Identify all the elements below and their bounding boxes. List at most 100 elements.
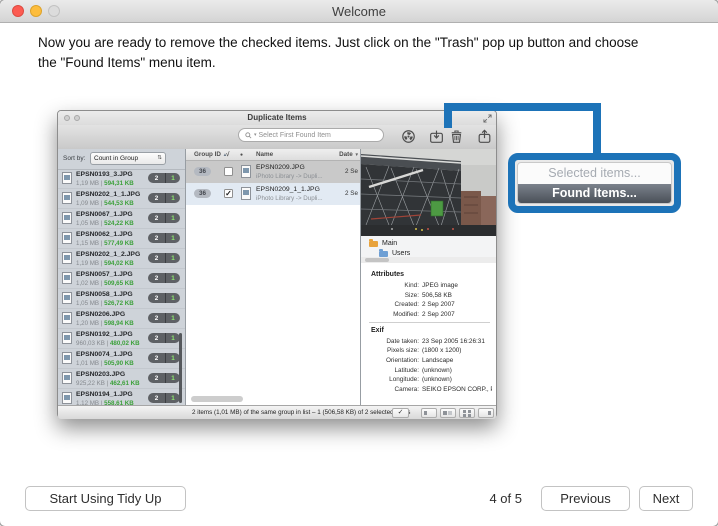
start-using-tidy-up-button[interactable]: Start Using Tidy Up [25, 486, 186, 511]
count-badge: 21 [148, 393, 180, 403]
row-checkbox-checked: ✓ [224, 189, 233, 198]
sidebar-file-item: EPSN0062_1.JPG1,15 MB | 577,49 KB21 [58, 229, 185, 249]
callout-highlight-box: Selected items... Found Items... [508, 153, 681, 213]
file-thumbnail-icon [241, 187, 251, 200]
count-badge: 21 [148, 233, 180, 243]
instruction-line-2: the "Found Items" menu item. [38, 53, 698, 73]
popup-arrows-icon: ⇅ [157, 153, 162, 164]
trash-popup-menu: Selected items... Found Items... [517, 162, 672, 204]
sidebar-file-item: EPSN0058_1.JPG1,05 MB | 526,72 KB21 [58, 289, 185, 309]
welcome-window: Welcome Now you are ready to remove the … [0, 0, 718, 526]
photo-preview [361, 149, 496, 236]
file-thumbnail-icon [62, 392, 72, 404]
column-name: Name [256, 151, 273, 158]
sort-by-label: Sort by: [63, 155, 85, 162]
search-field: ▾ Select First Found Item [238, 128, 384, 142]
mini-content: Sort by: Count in Group ⇅ EPSN0193_3.JPG… [58, 149, 496, 405]
group-id-badge: 36 [194, 189, 211, 198]
sidebar-file-item: EPSN0194_1.JPG1,12 MB | 558,61 KB21 [58, 389, 185, 405]
sidebar-file-item: EPSN0192_1.JPG960,03 KB | 480,02 KB21 [58, 329, 185, 349]
row-checkbox-unchecked [224, 167, 233, 176]
file-thumbnail-icon [62, 192, 72, 204]
sidebar-file-item: EPSN0193_3.JPG1,19 MB | 594,31 KB21 [58, 169, 185, 189]
sidebar-file-list: EPSN0193_3.JPG1,19 MB | 594,31 KB21 EPSN… [58, 169, 185, 405]
attributes-pane: Attributes Kind:JPEG image Size:506,58 K… [361, 263, 496, 405]
exif-heading: Exif [371, 327, 492, 334]
sidebar-file-item: EPSN0074_1.JPG1,01 MB | 505,90 KB21 [58, 349, 185, 369]
page-title: Welcome [0, 4, 718, 19]
view-split-pane-icon [440, 408, 456, 418]
attributes-heading: Attributes [371, 271, 492, 278]
file-thumbnail-icon [62, 212, 72, 224]
tree-item-users: Users [379, 250, 410, 257]
trash-icon [448, 128, 465, 145]
mini-status-bar: 2 items (1,01 MB) of the same group in l… [58, 405, 496, 419]
column-label-dot: ● [240, 152, 243, 158]
sidebar-file-item: EPSN0202_1_2.JPG1,19 MB | 594,02 KB21 [58, 249, 185, 269]
share-icon [476, 128, 493, 145]
menu-item-selected-items: Selected items... [518, 163, 671, 184]
file-thumbnail-icon [62, 252, 72, 264]
divider [369, 322, 490, 323]
sidebar-file-item: EPSN0206.JPG1,20 MB | 598,94 KB21 [58, 309, 185, 329]
view-single-pane-icon [421, 408, 437, 418]
file-thumbnail-icon [62, 172, 72, 184]
next-button[interactable]: Next [639, 486, 693, 511]
file-thumbnail-icon [241, 165, 251, 178]
window-titlebar: Welcome [0, 0, 718, 23]
mini-window-title: Duplicate Items [58, 113, 496, 122]
move-to-folder-icon [428, 128, 445, 145]
count-badge: 21 [148, 193, 180, 203]
count-badge: 21 [148, 373, 180, 383]
file-thumbnail-icon [62, 272, 72, 284]
instruction-text: Now you are ready to remove the checked … [38, 33, 698, 73]
duplicates-sidebar: Sort by: Count in Group ⇅ EPSN0193_3.JPG… [58, 149, 186, 405]
folder-icon [369, 241, 378, 247]
sort-row: Sort by: Count in Group ⇅ [58, 149, 185, 170]
column-date: Date ▼ [339, 151, 359, 158]
sidebar-file-item: EPSN0057_1.JPG1,02 MB | 509,65 KB21 [58, 269, 185, 289]
file-thumbnail-icon [62, 372, 72, 384]
burn-icon [400, 128, 417, 145]
search-scope-arrow: ▾ [254, 129, 257, 142]
count-badge: 21 [148, 313, 180, 323]
duplicates-table: Group ID ▲ √ ● Name Date ▼ 36 EPSN0209.J… [186, 149, 361, 405]
file-thumbnail-icon [62, 312, 72, 324]
file-thumbnail-icon [62, 332, 72, 344]
mini-titlebar: Duplicate Items [58, 111, 496, 125]
table-header: Group ID ▲ √ ● Name Date ▼ [186, 149, 360, 161]
count-badge: 21 [148, 273, 180, 283]
previous-button[interactable]: Previous [541, 486, 630, 511]
inspector-panel: Main Users Attributes Kind:JPEG image Si… [361, 149, 496, 405]
menu-item-found-items: Found Items... [518, 184, 671, 203]
table-row: 36 EPSN0209.JPG iPhoto Library -> Dupli.… [186, 161, 360, 183]
folder-icon [379, 251, 388, 257]
count-badge: 21 [148, 353, 180, 363]
table-row: 36 ✓ EPSN0209_1_1.JPG iPhoto Library -> … [186, 183, 360, 205]
search-placeholder: Select First Found Item [259, 129, 331, 142]
file-thumbnail-icon [62, 352, 72, 364]
file-thumbnail-icon [62, 232, 72, 244]
status-text: 2 items (1,01 MB) of the same group in l… [192, 409, 410, 416]
sidebar-file-item: EPSN0203.JPG925,22 KB | 462,61 KB21 [58, 369, 185, 389]
count-badge: 21 [148, 213, 180, 223]
count-badge: 21 [148, 253, 180, 263]
file-thumbnail-icon [62, 292, 72, 304]
duplicate-items-screenshot: Duplicate Items ▾ Select First Found Ite… [57, 110, 497, 418]
column-group-id: Group ID ▲ [194, 151, 227, 158]
search-icon [245, 132, 252, 139]
tree-item-main: Main [369, 240, 397, 247]
view-inspector-icon [478, 408, 494, 418]
callout-line-top [444, 103, 601, 111]
table-horizontal-scrollbar [191, 396, 243, 402]
callout-line-to-menu [593, 103, 601, 155]
fullscreen-icon [483, 114, 492, 123]
count-badge: 21 [148, 293, 180, 303]
sidebar-scrollbar [179, 333, 182, 403]
sidebar-file-item: EPSN0202_1_1.JPG1,09 MB | 544,53 KB21 [58, 189, 185, 209]
page-indicator: 4 of 5 [480, 491, 522, 506]
sidebar-file-item: EPSN0067_1.JPG1,05 MB | 524,22 KB21 [58, 209, 185, 229]
sort-dropdown: Count in Group ⇅ [90, 152, 166, 165]
checkmark-button: ✓ [392, 408, 409, 418]
column-checked: √ [226, 151, 229, 158]
